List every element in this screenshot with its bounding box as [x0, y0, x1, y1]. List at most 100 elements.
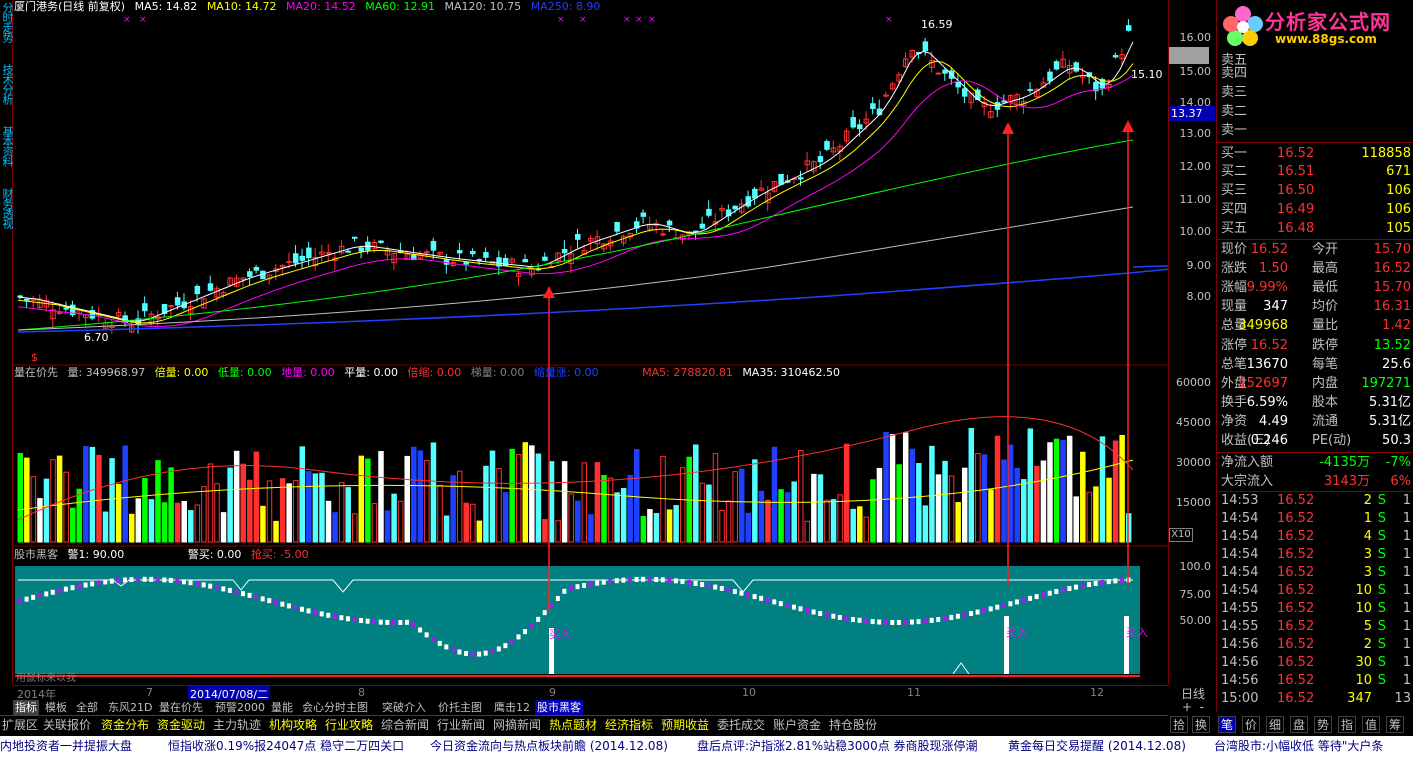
stat-row: 收益(三) 0.246 PE(动) 50.3: [1217, 432, 1413, 450]
news-ticker[interactable]: 内地投资者一并提振大盘 恒指收涨0.19%报24047点 稳守二万四关口 今日资…: [0, 736, 1413, 757]
func-button[interactable]: 综合新闻: [381, 717, 429, 734]
candle-body: [358, 247, 365, 252]
volume-bar: [174, 502, 181, 543]
tab-financials[interactable]: 财务透视: [0, 188, 14, 246]
rtab[interactable]: 指: [1338, 716, 1356, 733]
func-button[interactable]: 预期收益: [661, 717, 709, 734]
ticker-item[interactable]: 今日资金流向与热点板块前瞻 (2014.12.08): [430, 736, 668, 757]
rtab[interactable]: 盘: [1290, 716, 1308, 733]
rtab-ticks[interactable]: 笔: [1218, 716, 1236, 733]
tick-side: S: [1377, 529, 1386, 544]
func-button[interactable]: 委托成交: [717, 717, 765, 734]
func-button[interactable]: 网摘新闻: [493, 717, 541, 734]
tab-breakout[interactable]: 突破介入: [380, 700, 428, 715]
volume-bar: [312, 473, 319, 543]
oscillator-marker: [332, 614, 337, 620]
oscillator-marker: [326, 612, 331, 618]
oscillator-marker: [509, 639, 514, 645]
ticker-item[interactable]: 恒指收涨0.19%报24047点 稳守二万四关口: [168, 736, 404, 757]
ticker-item[interactable]: 台湾股市:小幅收低 等待"大户条: [1214, 736, 1383, 757]
func-button[interactable]: 热点题材: [549, 717, 597, 734]
buy-row: 买二 16.51 671: [1217, 163, 1413, 181]
indicator-tick: 75.00: [1179, 588, 1212, 601]
tick-volume: 1: [1363, 511, 1372, 526]
func-button[interactable]: 关联报价: [43, 717, 91, 734]
kline-chart[interactable]: × × × × × × × ×: [13, 0, 1168, 685]
candle-body: [817, 156, 824, 163]
oscillator-marker: [214, 584, 219, 590]
rtab[interactable]: 价: [1242, 716, 1260, 733]
tab-all[interactable]: 全部: [74, 700, 100, 715]
volume-bar: [430, 442, 437, 543]
oscillator-marker: [234, 589, 239, 595]
tab-alert[interactable]: 预警2000: [213, 700, 267, 715]
vol-legend-item: MA35: 310462.50: [742, 366, 841, 379]
tab-volume-energy[interactable]: 量能: [269, 700, 295, 715]
ind-legend-item: 警1: 90.00: [67, 548, 125, 561]
stat-label: 涨跌: [1221, 261, 1248, 277]
tick-volume: 3: [1363, 547, 1372, 562]
rtab[interactable]: 换: [1192, 716, 1210, 733]
vol-legend-item: 低量: 0.00: [217, 366, 272, 379]
stat-value: 152697: [1238, 375, 1288, 391]
candle-body: [456, 250, 463, 254]
ticker-item[interactable]: 内地投资者一并提振大盘: [0, 736, 132, 757]
volume-bar: [437, 484, 443, 543]
volume-bar: [568, 493, 574, 543]
candle-body: [24, 298, 30, 301]
oscillator-marker: [267, 598, 272, 604]
tab-fundamentals[interactable]: 基本资料: [0, 126, 14, 184]
period-label[interactable]: 日线: [1171, 685, 1215, 701]
volume-bar: [975, 453, 981, 543]
tab-dongfeng[interactable]: 东风21D: [106, 700, 154, 715]
top-signal-marker: ×: [123, 15, 131, 25]
rtab[interactable]: 值: [1362, 716, 1380, 733]
oscillator-marker: [490, 648, 495, 654]
tab-price-support[interactable]: 价托主图: [436, 700, 484, 715]
volume-bar: [1040, 460, 1047, 543]
func-button[interactable]: 机构攻略: [269, 717, 317, 734]
func-button[interactable]: 主力轨迹: [213, 717, 261, 734]
rtab[interactable]: 势: [1314, 716, 1332, 733]
func-button[interactable]: 持仓股份: [829, 717, 877, 734]
oscillator-marker: [982, 607, 987, 613]
zoom-buttons[interactable]: + -: [1171, 700, 1215, 714]
oscillator-marker: [529, 623, 534, 629]
func-button[interactable]: 行业攻略: [325, 717, 373, 734]
volume-bar: [515, 454, 522, 543]
vol-legend-item: 梯量: 0.00: [470, 366, 525, 379]
func-button[interactable]: 账户资金: [773, 717, 821, 734]
chart-area[interactable]: × × × × × × × ×: [13, 0, 1168, 685]
tab-intraday[interactable]: 分时走势: [0, 2, 14, 60]
func-button[interactable]: 扩展区: [2, 717, 38, 734]
volume-bar: [109, 458, 115, 543]
tab-hacker[interactable]: 股市黑客: [535, 700, 583, 715]
volume-bar: [358, 455, 365, 543]
ticker-item[interactable]: 黄金每日交易提醒 (2014.12.08): [1008, 736, 1186, 757]
func-button[interactable]: 行业新闻: [437, 717, 485, 734]
tab-technical[interactable]: 技术分析: [0, 64, 14, 122]
oscillator-marker: [1113, 578, 1118, 584]
tab-intraday-main[interactable]: 会心分时主图: [300, 700, 370, 715]
tick-count: 1: [1402, 619, 1411, 634]
volume-bar: [529, 445, 535, 543]
rtab[interactable]: 筹: [1386, 716, 1404, 733]
tab-indicator[interactable]: 指标: [13, 700, 39, 715]
rtab[interactable]: 细: [1266, 716, 1284, 733]
tab-template[interactable]: 模板: [43, 700, 69, 715]
stat-label: 总笔: [1221, 356, 1248, 372]
oscillator-marker: [805, 607, 810, 613]
oscillator-marker: [975, 609, 980, 615]
func-button[interactable]: 资金分布: [101, 717, 149, 734]
tab-eagle[interactable]: 鹰击12: [492, 700, 532, 715]
tab-volume-price[interactable]: 量在价先: [157, 700, 205, 715]
volume-bar: [548, 461, 555, 543]
ticker-item[interactable]: 盘后点评:沪指涨2.81%站稳3000点 券商股现涨停潮: [697, 736, 978, 757]
func-button[interactable]: 经济指标: [605, 717, 653, 734]
rtab[interactable]: 拾: [1170, 716, 1188, 733]
volume-bar: [89, 446, 96, 543]
func-button[interactable]: 资金驱动: [157, 717, 205, 734]
oscillator-marker: [404, 619, 409, 625]
oscillator-marker: [516, 634, 521, 640]
volume-bar: [981, 454, 988, 543]
